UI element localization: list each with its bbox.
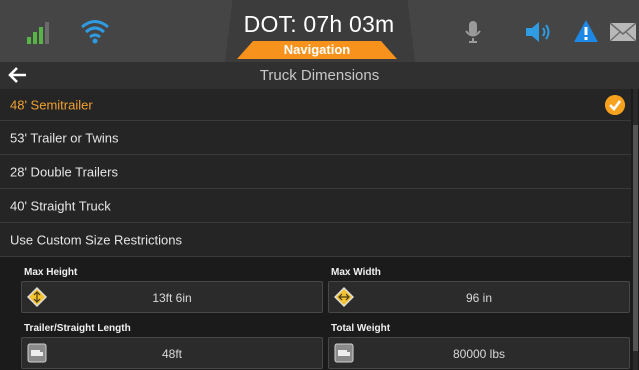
list-item-label: 53' Trailer or Twins [10, 130, 119, 145]
length-value: 48ft [161, 347, 182, 361]
list-item-40-straight-truck[interactable]: 40' Straight Truck [0, 189, 631, 223]
max-height-label: Max Height [24, 267, 78, 278]
signal-icon [27, 22, 53, 44]
speaker-icon[interactable] [524, 20, 554, 44]
list-item-53-trailer[interactable]: 53' Trailer or Twins [0, 121, 631, 155]
list-item-label: Use Custom Size Restrictions [10, 232, 182, 247]
total-weight-field[interactable]: 80000 lbs [328, 337, 630, 369]
max-width-field[interactable]: 96 in [328, 281, 630, 313]
scrollbar-thumb[interactable] [633, 125, 638, 351]
total-weight-value: 80000 lbs [452, 347, 506, 361]
list-item-label: 28' Double Trailers [10, 164, 118, 179]
total-weight-label: Total Weight [331, 323, 391, 334]
list-item-custom-size[interactable]: Use Custom Size Restrictions [0, 223, 631, 257]
microphone-icon[interactable] [465, 20, 481, 44]
list-item-label: 48' Semitrailer [10, 97, 93, 112]
status-bar: DOT: 07h 03m Navigation [0, 0, 639, 62]
dot-timer-label: DOT: 07h 03m [243, 11, 395, 37]
wifi-icon [81, 20, 109, 44]
scrollbar[interactable] [633, 89, 638, 370]
max-height-value: 13ft 6in [152, 291, 192, 305]
max-height-field[interactable]: 13ft 6in [21, 281, 323, 313]
truck-size-list: 48' Semitrailer 53' Trailer or Twins 28'… [0, 89, 631, 257]
list-item-28-double-trailers[interactable]: 28' Double Trailers [0, 155, 631, 189]
list-item-label: 40' Straight Truck [10, 198, 111, 213]
alert-icon[interactable] [573, 18, 599, 44]
checkmark-icon [605, 95, 625, 115]
title-bar: Truck Dimensions [0, 62, 639, 89]
max-width-value: 96 in [465, 291, 493, 305]
list-item-48-semitrailer[interactable]: 48' Semitrailer [0, 89, 631, 121]
mail-icon[interactable] [609, 22, 637, 42]
navigation-mode-badge[interactable]: Navigation [237, 41, 397, 59]
length-field[interactable]: 48ft [21, 337, 323, 369]
length-label: Trailer/Straight Length [24, 323, 131, 334]
max-width-label: Max Width [331, 267, 381, 278]
page-title: Truck Dimensions [259, 67, 380, 84]
